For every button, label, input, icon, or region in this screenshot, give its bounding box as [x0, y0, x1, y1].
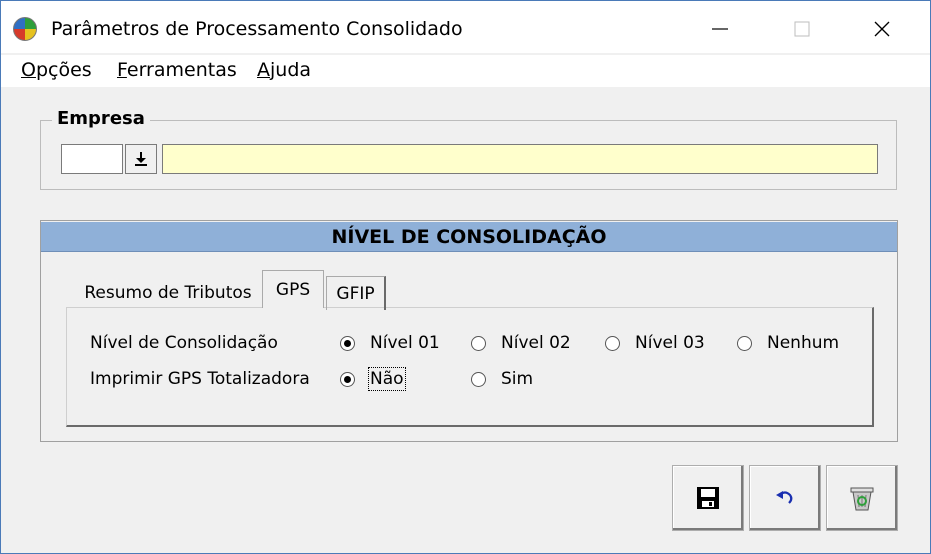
radio-indicator [340, 335, 355, 351]
empresa-code-input[interactable] [61, 144, 123, 174]
tab-gfip[interactable]: GFIP [326, 276, 386, 310]
empresa-legend: Empresa [52, 108, 150, 129]
gps-tab-page [66, 307, 874, 427]
maximize-icon [794, 21, 810, 37]
empresa-lookup-button[interactable] [125, 144, 157, 174]
undo-button[interactable] [749, 465, 821, 531]
radio-indicator [471, 371, 486, 387]
radio-indicator [340, 371, 355, 387]
radio-nivel-02[interactable]: Nível 02 [471, 333, 571, 353]
menu-ajuda[interactable]: Ajuda [257, 59, 311, 81]
consolidacao-header: NÍVEL DE CONSOLIDAÇÃO [41, 222, 897, 252]
radio-indicator [737, 335, 752, 351]
imprimir-gps-label: Imprimir GPS Totalizadora [90, 369, 310, 389]
save-button[interactable] [672, 465, 744, 531]
window-title: Parâmetros de Processamento Consolidado [51, 18, 463, 40]
tab-gps[interactable]: GPS [262, 270, 324, 308]
recycle-bin-icon [850, 487, 874, 511]
close-icon [874, 21, 890, 37]
minimize-icon [712, 28, 728, 30]
empresa-name-input[interactable] [162, 144, 878, 174]
radio-nenhum[interactable]: Nenhum [737, 333, 839, 353]
delete-button[interactable] [826, 465, 898, 531]
undo-arrow-icon [776, 491, 793, 504]
minimize-button[interactable] [681, 7, 759, 51]
title-bar[interactable]: Parâmetros de Processamento Consolidado [1, 1, 930, 53]
menu-opcoes[interactable]: Opções [21, 59, 92, 81]
radio-indicator [471, 335, 486, 351]
radio-imprimir-sim[interactable]: Sim [471, 369, 533, 389]
close-button[interactable] [843, 7, 921, 51]
download-arrow-icon [135, 152, 147, 166]
menu-ferramentas[interactable]: Ferramentas [117, 59, 237, 81]
menu-bar: Opções Ferramentas Ajuda [1, 55, 930, 87]
app-globe-icon [13, 17, 37, 41]
nivel-consolidacao-label: Nível de Consolidação [90, 333, 278, 353]
radio-nivel-01[interactable]: Nível 01 [340, 333, 440, 353]
maximize-button[interactable] [763, 7, 841, 51]
tab-resumo-de-tributos[interactable]: Resumo de Tributos [76, 276, 260, 310]
radio-imprimir-nao[interactable]: Não [340, 367, 406, 391]
radio-indicator [605, 335, 620, 351]
radio-nivel-03[interactable]: Nível 03 [605, 333, 705, 353]
floppy-disk-icon [697, 487, 719, 509]
